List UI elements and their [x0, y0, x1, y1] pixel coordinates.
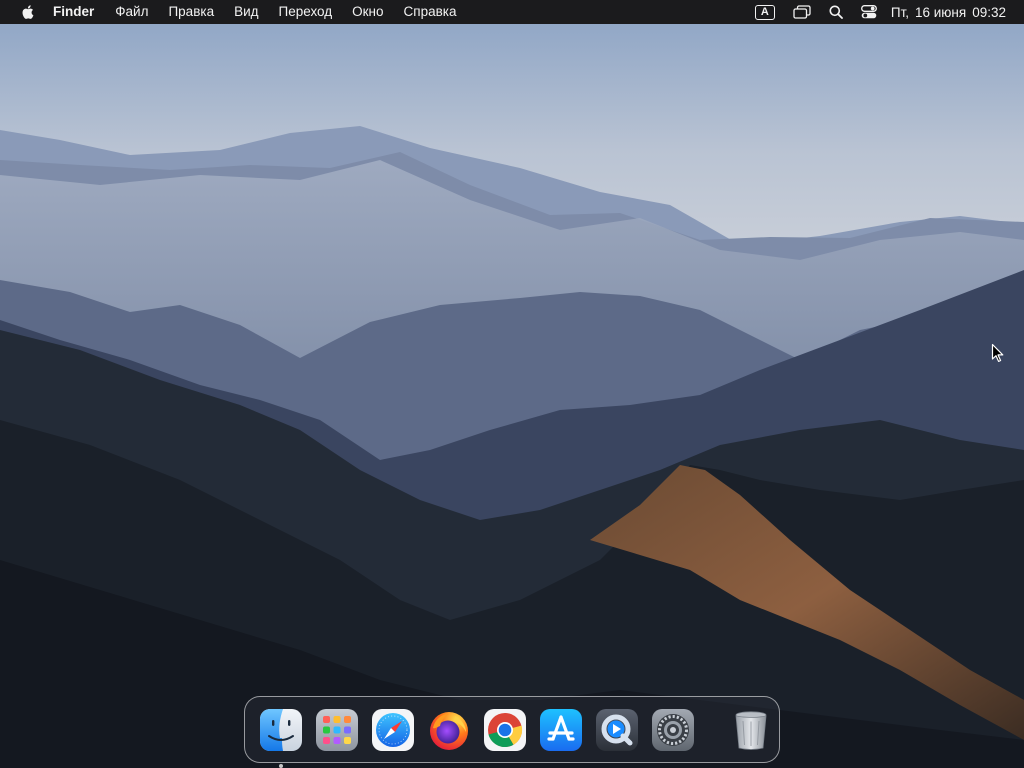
running-indicator [279, 763, 283, 768]
app-store-icon [540, 708, 582, 751]
desktop[interactable]: Finder Файл Правка Вид Переход Окно Спра… [0, 0, 1024, 768]
dock-safari[interactable] [371, 708, 415, 752]
dock-trash[interactable] [729, 708, 773, 752]
dock-system-settings[interactable] [651, 708, 695, 752]
menu-help[interactable]: Справка [394, 0, 467, 24]
trash-icon [735, 710, 767, 750]
dock-launchpad[interactable] [315, 708, 359, 752]
mouse-pointer-icon [991, 343, 1004, 362]
keyboard-input-icon[interactable]: A [754, 0, 775, 24]
dock-finder[interactable] [259, 708, 303, 768]
launchpad-icon [316, 708, 358, 751]
firefox-icon [430, 711, 468, 750]
dock-chrome[interactable] [483, 708, 527, 752]
system-settings-icon [652, 708, 694, 751]
dock-app-store[interactable] [539, 708, 583, 752]
finder-icon [260, 708, 302, 751]
menu-file[interactable]: Файл [105, 0, 158, 24]
quicktime-icon [596, 708, 638, 751]
dock-quicktime[interactable] [595, 708, 639, 752]
clock-time: 09:32 [972, 4, 1006, 20]
search-icon[interactable] [829, 0, 843, 24]
menu-bar: Finder Файл Правка Вид Переход Окно Спра… [0, 0, 1024, 24]
menu-go[interactable]: Переход [269, 0, 343, 24]
input-source-label: A [754, 4, 775, 20]
safari-icon [372, 708, 414, 751]
wallpaper [0, 0, 1024, 768]
menu-bar-left: Finder Файл Правка Вид Переход Окно Спра… [0, 0, 466, 24]
menu-clock[interactable]: Пт, 16 июня 09:32 [891, 5, 1006, 20]
menu-edit[interactable]: Правка [158, 0, 224, 24]
dock [244, 696, 780, 768]
clock-date: 16 июня [915, 4, 967, 20]
window-mirror-icon[interactable] [793, 0, 811, 24]
apple-logo-icon[interactable] [20, 4, 34, 20]
clock-day: Пт, [890, 4, 909, 20]
menu-app-name[interactable]: Finder [53, 0, 105, 24]
menu-view[interactable]: Вид [224, 0, 268, 24]
menu-bar-status: A Пт, 16 июня 09:32 [737, 0, 1024, 24]
menu-window[interactable]: Окно [342, 0, 393, 24]
chrome-icon [484, 708, 526, 751]
control-center-icon[interactable] [860, 0, 877, 24]
dock-firefox[interactable] [427, 708, 471, 752]
